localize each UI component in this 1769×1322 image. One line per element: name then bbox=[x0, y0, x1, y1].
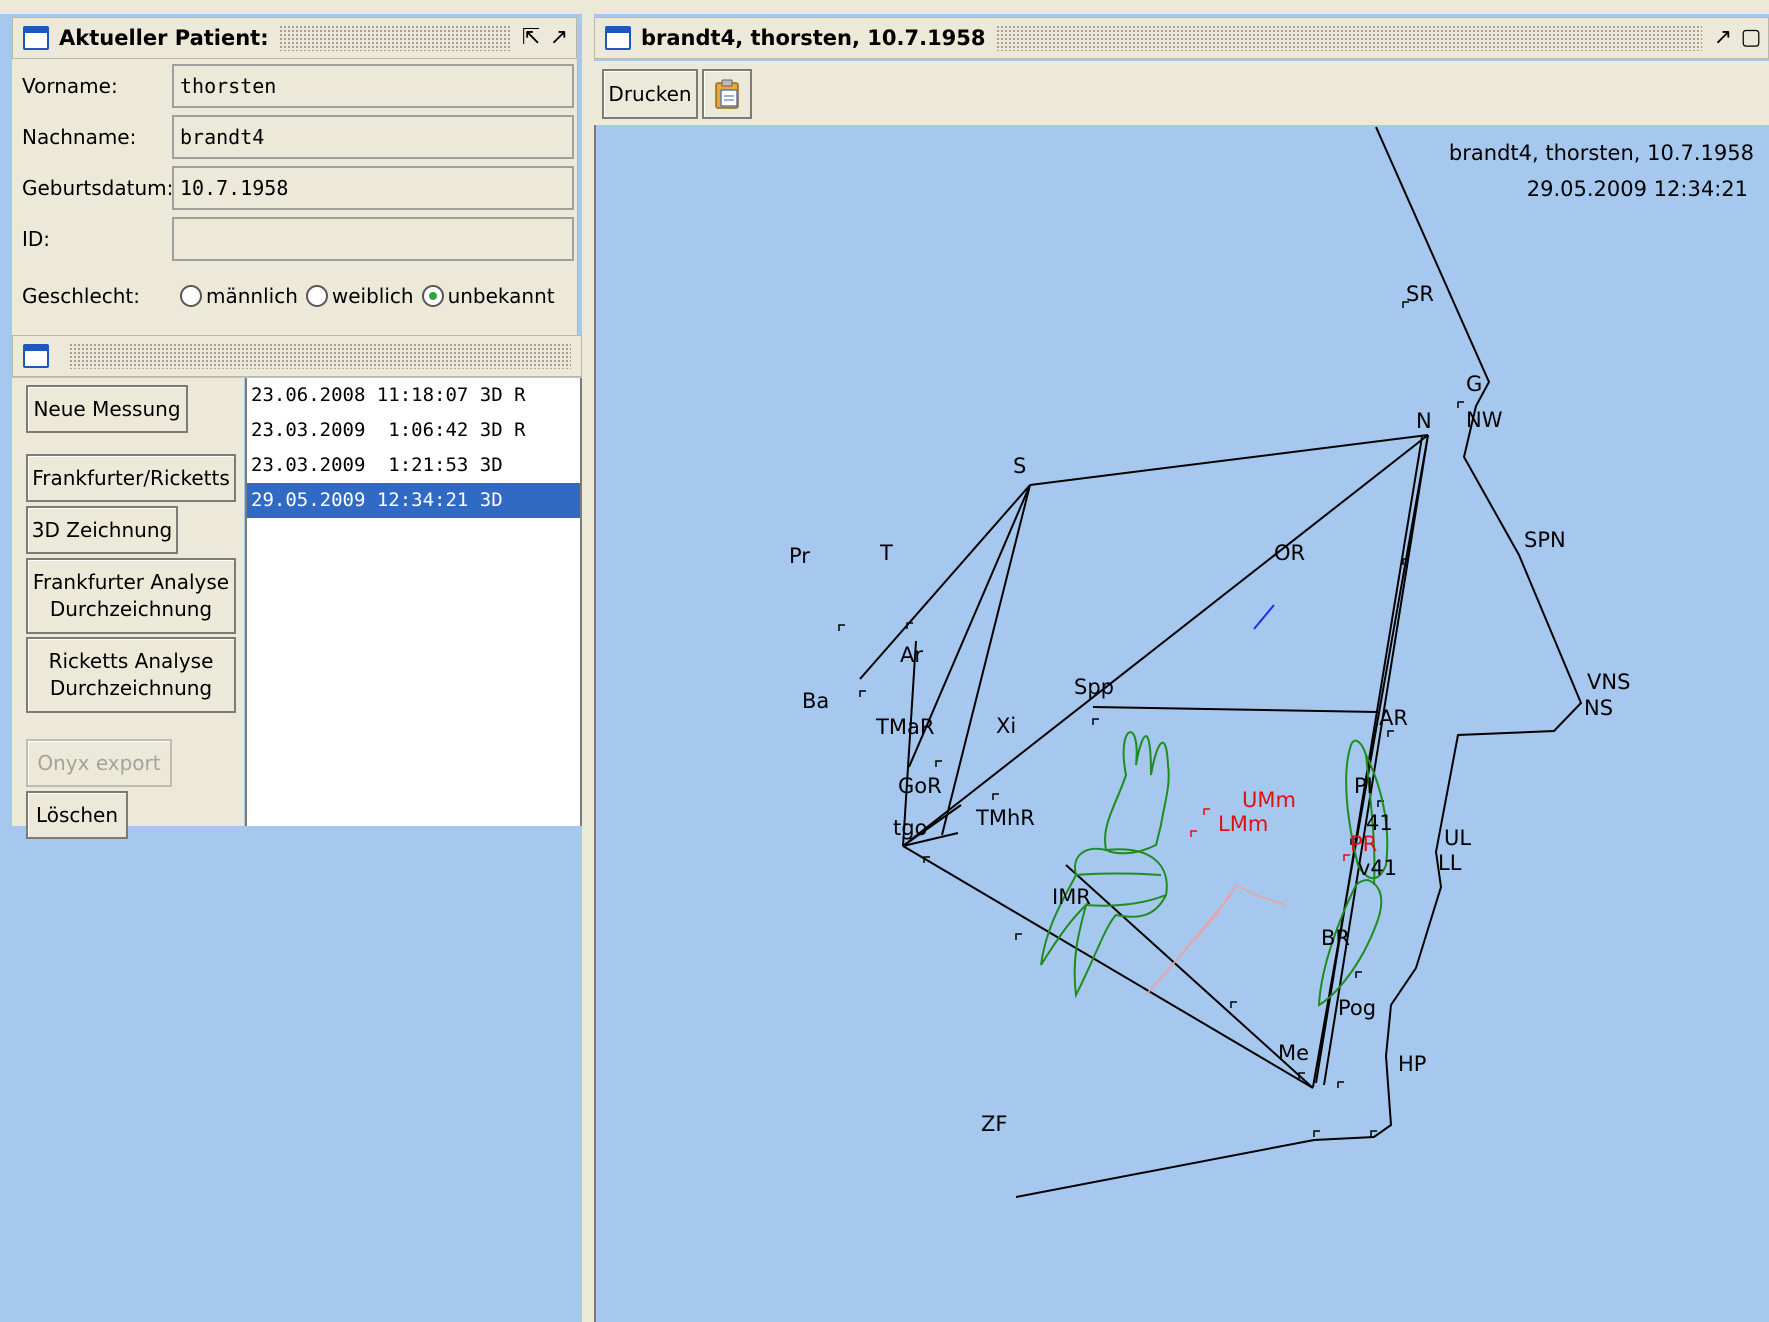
window-icon bbox=[23, 344, 49, 368]
landmark-ll: LL bbox=[1438, 851, 1462, 875]
tracing-lines bbox=[859, 126, 1583, 1198]
titlebar-grip[interactable] bbox=[69, 343, 571, 369]
list-item-selected[interactable]: 29.05.2009 12:34:21 3D bbox=[247, 483, 580, 518]
id-label: ID: bbox=[22, 227, 51, 251]
landmark-zf: ZF bbox=[981, 1112, 1007, 1136]
patient-panel-titlebar[interactable]: Aktueller Patient: ⇱ ↗ bbox=[12, 17, 577, 59]
gender-option-unknown[interactable]: unbekannt bbox=[421, 284, 555, 308]
landmark-v41: v41 bbox=[1358, 856, 1397, 880]
landmark-s: S bbox=[1013, 454, 1026, 478]
landmark-spn: SPN bbox=[1524, 528, 1566, 552]
landmark-hp: HP bbox=[1398, 1052, 1426, 1076]
id-field[interactable] bbox=[172, 217, 574, 261]
landmark-sr: SR bbox=[1406, 282, 1434, 306]
titlebar-grip[interactable] bbox=[278, 25, 510, 51]
gender-option-female[interactable]: weiblich bbox=[305, 284, 414, 308]
landmark-me: Me bbox=[1278, 1041, 1309, 1065]
frankfurter-analysis-button[interactable]: Frankfurter Analyse Durchzeichnung bbox=[26, 558, 236, 634]
window-icon bbox=[605, 26, 631, 50]
measurement-buttons: Neue Messung Frankfurter/Ricketts 3D Zei… bbox=[12, 378, 244, 839]
birthdate-label: Geburtsdatum: bbox=[22, 176, 174, 200]
landmark-or: OR bbox=[1274, 541, 1305, 565]
soft-tissue-line bbox=[1145, 884, 1287, 996]
close-icon[interactable]: ▢ bbox=[1740, 27, 1762, 49]
cephalometric-drawing: brandt4, thorsten, 10.7.1958 29.05.2009 … bbox=[789, 126, 1754, 1198]
window-icon bbox=[23, 26, 49, 50]
id-row: ID: bbox=[12, 214, 577, 264]
birthdate-field[interactable]: 10.7.1958 bbox=[172, 166, 574, 210]
landmark-pr: Pr bbox=[789, 544, 810, 568]
orbitale-line bbox=[1253, 604, 1275, 630]
landmark-ba: Ba bbox=[802, 689, 829, 713]
soft-tissue-line-2 bbox=[1150, 894, 1232, 991]
landmark-spp: Spp bbox=[1074, 675, 1114, 699]
onyx-export-button[interactable]: Onyx export bbox=[26, 739, 172, 787]
clipboard-button[interactable] bbox=[702, 69, 752, 119]
landmark-umm: UMm bbox=[1242, 788, 1296, 812]
maximize-icon[interactable]: ↗ bbox=[1712, 27, 1734, 49]
gender-label: Geschlecht: bbox=[22, 284, 141, 308]
gender-option-male[interactable]: männlich bbox=[180, 284, 298, 308]
landmark-xi: Xi bbox=[996, 714, 1016, 738]
drawing-panel-title: brandt4, thorsten, 10.7.1958 bbox=[641, 26, 986, 50]
panel-divider[interactable] bbox=[582, 14, 594, 1322]
landmark-ns: NS bbox=[1584, 696, 1613, 720]
lastname-label: Nachname: bbox=[22, 125, 137, 149]
landmark-pi: PI bbox=[1354, 774, 1373, 798]
landmark-g: G bbox=[1466, 372, 1482, 396]
titlebar-grip[interactable] bbox=[995, 25, 1702, 51]
measurement-list[interactable]: 23.06.2008 11:18:07 3D R 23.03.2009 1:06… bbox=[245, 378, 582, 826]
firstname-field[interactable]: thorsten bbox=[172, 64, 574, 108]
list-item[interactable]: 23.03.2009 1:21:53 3D bbox=[247, 448, 580, 483]
patient-panel-title: Aktueller Patient: bbox=[59, 26, 269, 50]
minimize-icon[interactable]: ⇱ bbox=[520, 27, 542, 49]
drawing-panel-titlebar[interactable]: brandt4, thorsten, 10.7.1958 ↗ ▢ bbox=[594, 17, 1769, 59]
ricketts-analysis-button[interactable]: Ricketts Analyse Durchzeichnung bbox=[26, 637, 236, 713]
landmark-labels-red: UMm LMm PR bbox=[1218, 788, 1377, 856]
drawing-header-date: 29.05.2009 12:34:21 bbox=[1527, 177, 1748, 201]
landmark-t: T bbox=[879, 541, 893, 565]
gender-radio-group: männlich weiblich unbekannt bbox=[180, 284, 563, 308]
top-strip bbox=[0, 0, 1769, 14]
list-item[interactable]: 23.06.2008 11:18:07 3D R bbox=[247, 378, 580, 413]
landmark-ul: UL bbox=[1444, 826, 1471, 850]
lastname-row: Nachname: brandt4 bbox=[12, 112, 577, 162]
drawing-3d-button[interactable]: 3D Zeichnung bbox=[26, 506, 178, 554]
drawing-toolbar: Drucken bbox=[594, 61, 1769, 126]
cephalometric-canvas[interactable]: brandt4, thorsten, 10.7.1958 29.05.2009 … bbox=[594, 125, 1769, 1322]
landmark-tmar: TMaR bbox=[875, 715, 934, 739]
landmark-br: BR bbox=[1321, 926, 1350, 950]
list-item[interactable]: 23.03.2009 1:06:42 3D R bbox=[247, 413, 580, 448]
landmark-imr: IMR bbox=[1052, 885, 1091, 909]
landmark-pog: Pog bbox=[1338, 996, 1376, 1020]
radio-male[interactable] bbox=[180, 285, 202, 307]
frankfurter-ricketts-button[interactable]: Frankfurter/Ricketts bbox=[26, 454, 236, 502]
measurement-panel-titlebar[interactable] bbox=[12, 335, 582, 377]
gender-row: Geschlecht: männlich weiblich unbekannt bbox=[12, 271, 577, 321]
landmark-tmhr: TMhR bbox=[975, 806, 1035, 830]
landmark-n: N bbox=[1416, 409, 1432, 433]
landmark-vns: VNS bbox=[1587, 670, 1630, 694]
landmark-pr-red: PR bbox=[1350, 832, 1377, 856]
lastname-field[interactable]: brandt4 bbox=[172, 115, 574, 159]
radio-female[interactable] bbox=[305, 285, 328, 307]
landmark-ar: Ar bbox=[900, 643, 923, 667]
new-measurement-button[interactable]: Neue Messung bbox=[26, 385, 188, 433]
print-button[interactable]: Drucken bbox=[602, 69, 698, 119]
red-ticks bbox=[1190, 808, 1350, 861]
birthdate-row: Geburtsdatum: 10.7.1958 bbox=[12, 163, 577, 213]
patient-form: Vorname: thorsten Nachname: brandt4 Gebu… bbox=[12, 59, 578, 335]
delete-button[interactable]: Löschen bbox=[26, 791, 128, 839]
landmark-lmm: LMm bbox=[1218, 812, 1268, 836]
firstname-row: Vorname: thorsten bbox=[12, 61, 577, 111]
landmark-nw: NW bbox=[1466, 408, 1503, 432]
landmark-tgo: tgo bbox=[893, 816, 927, 840]
firstname-label: Vorname: bbox=[22, 74, 118, 98]
maximize-icon[interactable]: ↗ bbox=[548, 27, 570, 49]
radio-unknown[interactable] bbox=[421, 285, 444, 307]
clipboard-icon bbox=[715, 79, 739, 109]
landmark-ar-upper: AR bbox=[1379, 706, 1408, 730]
drawing-header-name: brandt4, thorsten, 10.7.1958 bbox=[1449, 141, 1754, 165]
landmark-gor: GoR bbox=[898, 774, 942, 798]
